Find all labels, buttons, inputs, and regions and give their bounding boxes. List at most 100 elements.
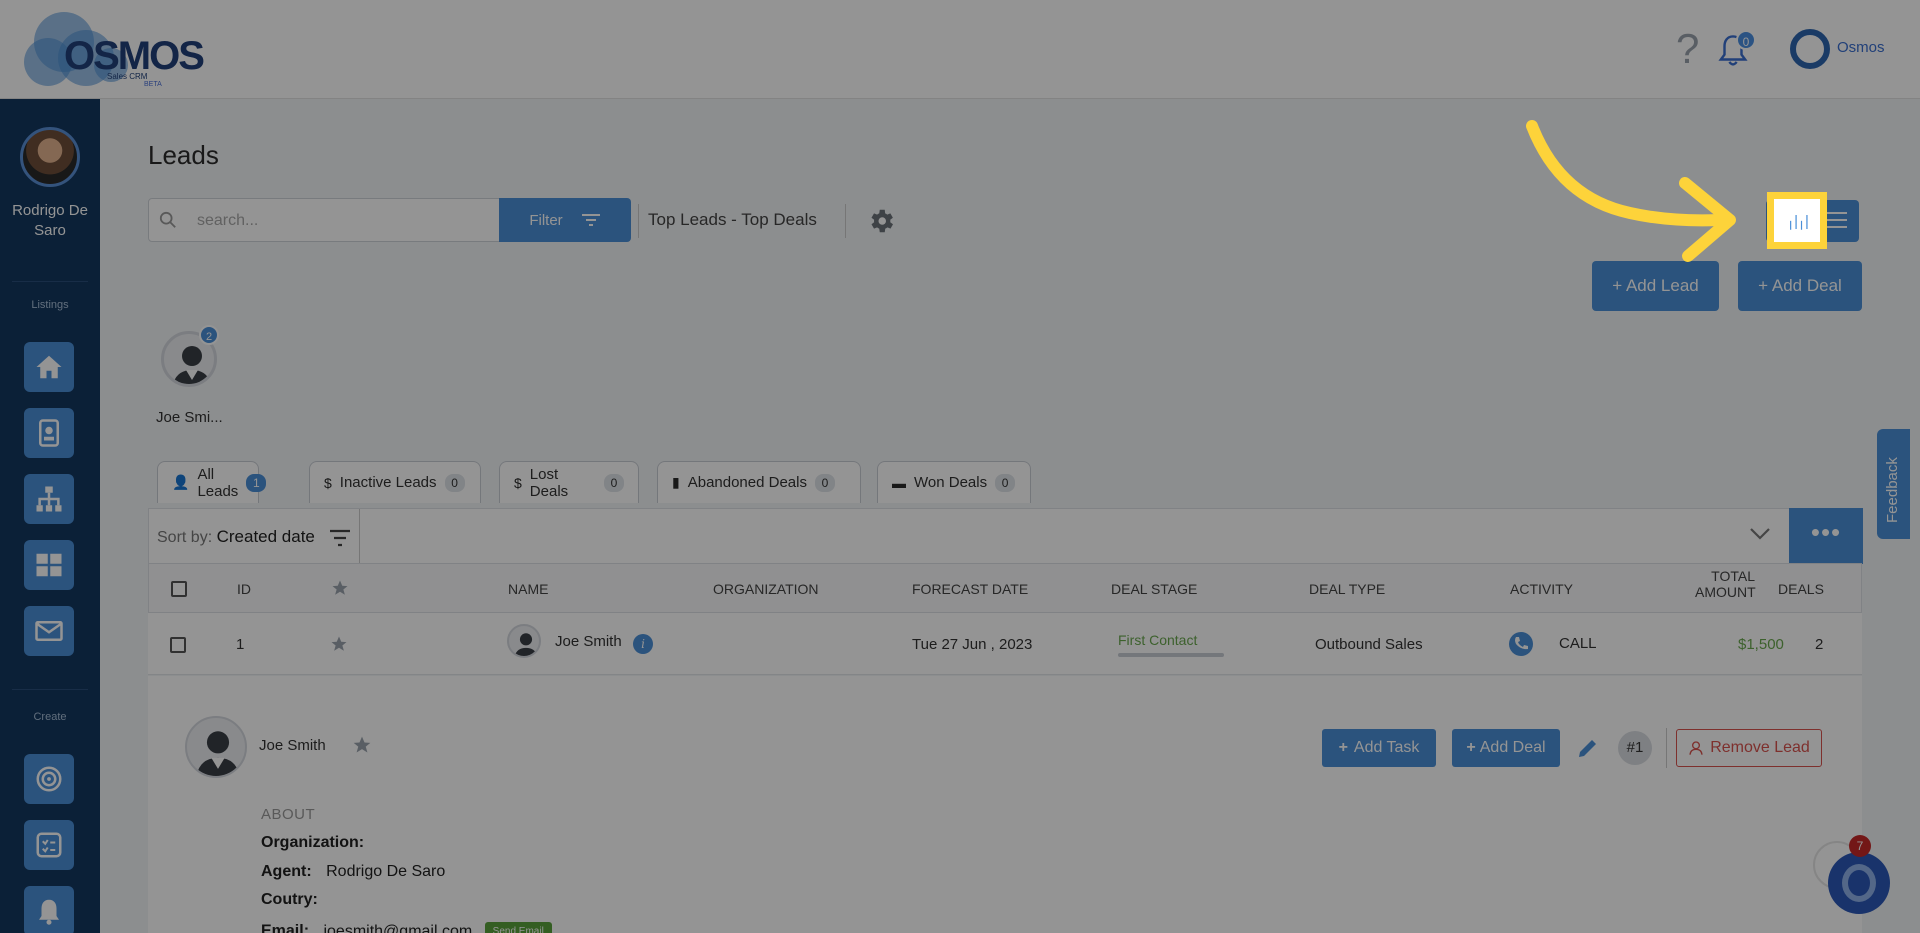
gear-icon[interactable] [866, 206, 896, 236]
detail-name: Joe Smith [259, 737, 326, 754]
more-options-button[interactable]: ••• [1789, 508, 1863, 564]
tab-label: Lost Deals [529, 465, 569, 500]
column-name[interactable]: NAME [508, 581, 548, 597]
feedback-tab[interactable]: Feedback [1877, 429, 1910, 539]
sort-bar: Sort by: Created date ••• [148, 508, 1863, 565]
detail-add-deal-button[interactable]: + Add Deal [1452, 729, 1560, 767]
sort-control[interactable]: Sort by: Created date [157, 527, 315, 547]
sidebar-create-task-button[interactable] [24, 820, 74, 870]
logo-beta: BETA [144, 81, 162, 88]
column-forecast-date[interactable]: FORECAST DATE [912, 581, 1028, 597]
filter-button[interactable]: Filter [499, 198, 631, 242]
chevron-down-icon[interactable] [1749, 527, 1771, 541]
email-key: Email: [261, 922, 310, 933]
column-deal-type[interactable]: DEAL TYPE [1309, 581, 1385, 597]
grid-icon [36, 553, 62, 577]
agent-key: Agent: [261, 863, 312, 880]
kanban-icon: ╷|╷| [1786, 212, 1809, 230]
user-name[interactable]: Osmos [1837, 39, 1885, 56]
search-icon [159, 211, 176, 228]
feedback-label: Feedback [1884, 457, 1901, 523]
chat-launcher-button[interactable] [1828, 852, 1890, 914]
chat-unread-badge: 7 [1849, 835, 1871, 857]
row-deal-stage[interactable]: First Contact [1118, 632, 1197, 648]
sort-value: Created date [216, 527, 315, 546]
send-email-button[interactable]: Send Email [484, 922, 552, 933]
column-amount-label: AMOUNT [1695, 584, 1756, 600]
tab-label: Abandoned Deals [687, 474, 807, 491]
info-icon[interactable]: i [633, 634, 653, 654]
sidebar-user-avatar[interactable] [20, 127, 80, 187]
row-activity[interactable]: CALL [1559, 635, 1597, 652]
tab-inactive-leads[interactable]: $ Inactive Leads 0 [309, 461, 481, 503]
sidebar-section-create: Create [33, 711, 67, 723]
view-name-label[interactable]: Top Leads - Top Deals [648, 210, 817, 230]
kanban-view-highlight[interactable]: ╷|╷| [1767, 192, 1827, 249]
person-silhouette-icon [514, 633, 538, 656]
select-all-checkbox[interactable] [171, 581, 187, 597]
country-key: Coutry: [261, 891, 318, 908]
column-activity[interactable]: ACTIVITY [1510, 581, 1573, 597]
checklist-icon [36, 832, 62, 858]
target-icon [36, 766, 62, 792]
sidebar-dashboard-button[interactable] [24, 540, 74, 590]
favorite-star-icon[interactable] [330, 635, 348, 653]
add-task-button[interactable]: + Add Task [1322, 729, 1436, 767]
sidebar-mail-button[interactable] [24, 606, 74, 656]
lead-detail-panel [148, 676, 1862, 933]
row-checkbox[interactable] [170, 637, 186, 653]
help-icon[interactable]: ? [1676, 28, 1699, 70]
table-row[interactable]: 1 Joe Smith i Tue 27 Jun , 2023 First Co… [148, 613, 1862, 675]
add-lead-button[interactable]: + Add Lead [1592, 261, 1719, 311]
column-total-amount[interactable]: TOTAL AMOUNT [1695, 568, 1756, 600]
tab-all-leads[interactable]: 👤 All Leads 1 [157, 461, 267, 503]
agent-value: Rodrigo De Saro [326, 863, 446, 880]
sort-icon[interactable] [329, 529, 351, 547]
column-id[interactable]: ID [237, 581, 251, 597]
about-heading: ABOUT [261, 806, 316, 823]
tab-count: 0 [995, 473, 1016, 492]
tab-count: 1 [246, 473, 267, 492]
list-view-icon[interactable] [1826, 210, 1848, 230]
edit-pencil-icon[interactable] [1576, 736, 1600, 760]
sort-prefix: Sort by: [157, 529, 213, 546]
filter-icon [581, 214, 600, 226]
sidebar-create-reminder-button[interactable] [24, 886, 74, 933]
add-deal-button[interactable]: + Add Deal [1738, 261, 1862, 311]
plus-icon: + [1338, 739, 1348, 756]
remove-lead-button[interactable]: Remove Lead [1676, 729, 1822, 767]
favorite-star-icon[interactable] [352, 735, 372, 755]
sidebar-organization-button[interactable] [24, 474, 74, 524]
tab-lost-deals[interactable]: $ Lost Deals 0 [499, 461, 639, 503]
top-header: OSMOS Sales CRM BETA ? 0 Osmos [0, 0, 1920, 99]
sidebar-home-button[interactable] [24, 342, 74, 392]
phone-icon[interactable] [1509, 632, 1533, 656]
search-input[interactable] [197, 209, 487, 233]
org-chart-icon [36, 486, 62, 512]
plus-icon: + [1466, 739, 1476, 756]
sidebar-user-name: Rodrigo De Saro [12, 202, 88, 239]
table-header: ID NAME ORGANIZATION FORECAST DATE DEAL … [148, 563, 1862, 613]
column-deal-stage[interactable]: DEAL STAGE [1111, 581, 1197, 597]
osmos-logo[interactable]: OSMOS Sales CRM BETA [24, 8, 205, 90]
star-column-icon[interactable] [331, 579, 349, 597]
sidebar-create-target-button[interactable] [24, 754, 74, 804]
tab-count: 0 [814, 473, 835, 492]
tab-abandoned-deals[interactable]: ▮ Abandoned Deals 0 [657, 461, 861, 503]
sidebar-contacts-button[interactable] [24, 408, 74, 458]
column-organization[interactable]: ORGANIZATION [713, 581, 819, 597]
row-deals-count: 2 [1815, 636, 1824, 653]
sidebar-divider [12, 281, 88, 282]
email-field: Email: joesmith@gmail.com Send Email [261, 922, 552, 933]
row-name[interactable]: Joe Smith [555, 633, 622, 650]
email-value[interactable]: joesmith@gmail.com [323, 923, 472, 933]
tab-won-deals[interactable]: ▬ Won Deals 0 [877, 461, 1031, 503]
column-deals[interactable]: DEALS [1778, 581, 1824, 597]
agent-name[interactable]: Joe Smi... [156, 409, 223, 426]
deal-stage-progress [1118, 653, 1224, 657]
user-remove-icon [1689, 741, 1703, 755]
user-avatar[interactable] [1790, 29, 1830, 69]
dollar-icon: $ [514, 474, 522, 491]
person-icon: 👤 [172, 474, 190, 490]
search-box [148, 198, 500, 242]
